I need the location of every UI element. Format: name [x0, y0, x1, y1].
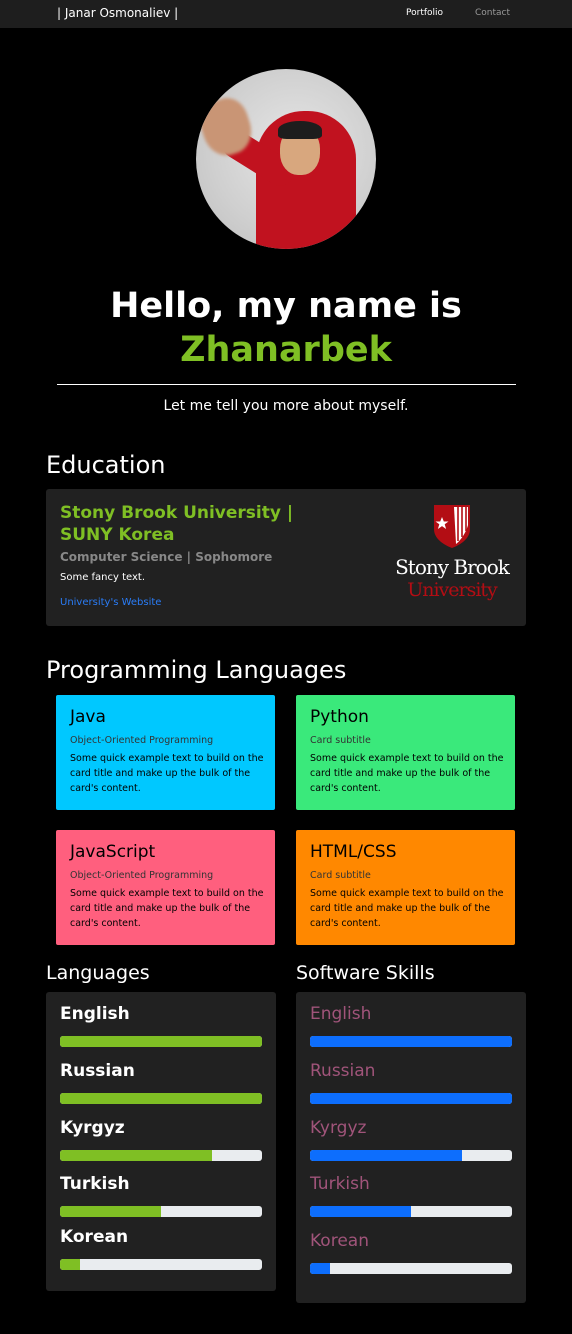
stony-brook-logo: Stony Brook University: [390, 503, 514, 603]
skill-name: English: [310, 1004, 372, 1024]
progress-bar: [310, 1093, 512, 1104]
navbar: | Janar Osmonaliev | Portfolio Contact: [0, 0, 572, 28]
progress-fill: [310, 1036, 512, 1047]
progress-bar: [310, 1263, 512, 1274]
education-card: Stony Brook University | SUNY Korea Comp…: [46, 489, 526, 626]
skill-name: Russian: [310, 1061, 376, 1081]
skill-row: Korean: [60, 1227, 262, 1273]
hero-tagline: Let me tell you more about myself.: [163, 398, 409, 414]
skill-row: Kyrgyz: [310, 1118, 512, 1164]
shield-icon: [434, 505, 470, 548]
progress-bar: [310, 1036, 512, 1047]
skill-name: Korean: [60, 1227, 129, 1247]
progress-bar: [310, 1206, 512, 1217]
prog-card-html-css: HTML/CSS Card subtitle Some quick exampl…: [296, 830, 515, 945]
progress-fill: [60, 1093, 262, 1104]
skill-row: Russian: [60, 1061, 262, 1107]
software-heading: Software Skills: [296, 962, 435, 984]
card-text: Some quick example text to build on the …: [310, 753, 504, 794]
skill-row: Korean: [310, 1231, 512, 1277]
progress-bar: [60, 1206, 262, 1217]
progress-bar: [310, 1150, 512, 1161]
languages-heading: Languages: [46, 962, 150, 984]
hair-shape: [278, 121, 322, 139]
profile-photo: [196, 69, 376, 249]
progress-fill: [310, 1263, 331, 1274]
languages-card: English Russian Kyrgyz Turkish Korean: [46, 992, 276, 1291]
skill-name: Turkish: [60, 1174, 130, 1194]
logo-text-line1: Stony Brook: [395, 555, 510, 579]
software-card: English Russian Kyrgyz Turkish Korean: [296, 992, 526, 1303]
skill-name: Turkish: [310, 1174, 370, 1194]
prog-card-java: Java Object-Oriented Programming Some qu…: [56, 695, 275, 810]
progress-fill: [60, 1259, 81, 1270]
hero-divider: [57, 384, 516, 385]
card-subtitle: Object-Oriented Programming: [70, 735, 214, 746]
prog-card-javascript: JavaScript Object-Oriented Programming S…: [56, 830, 275, 945]
progress-fill: [60, 1036, 262, 1047]
nav-link-contact[interactable]: Contact: [475, 8, 510, 18]
progress-fill: [310, 1093, 512, 1104]
progress-bar: [60, 1259, 262, 1270]
major-label: Computer Science | Sophomore: [60, 550, 273, 564]
progress-fill: [60, 1206, 161, 1217]
card-title: HTML/CSS: [310, 842, 397, 862]
school-name: Stony Brook University | SUNY Korea: [60, 503, 294, 545]
education-heading: Education: [46, 451, 166, 479]
card-text: Some quick example text to build on the …: [310, 888, 504, 929]
progress-fill: [310, 1150, 462, 1161]
progress-fill: [60, 1150, 212, 1161]
skill-name: English: [60, 1004, 130, 1024]
skill-name: Russian: [60, 1061, 135, 1081]
education-text: Some fancy text.: [60, 572, 146, 583]
skill-row: Turkish: [310, 1174, 512, 1220]
progress-bar: [60, 1150, 262, 1161]
skill-row: Kyrgyz: [60, 1118, 262, 1164]
progress-fill: [310, 1206, 411, 1217]
card-text: Some quick example text to build on the …: [70, 888, 264, 929]
prog-card-python: Python Card subtitle Some quick example …: [296, 695, 515, 810]
progress-bar: [60, 1036, 262, 1047]
nav-link-portfolio[interactable]: Portfolio: [406, 8, 443, 18]
hero-name: Zhanarbek: [180, 330, 392, 370]
skill-row: English: [60, 1004, 262, 1050]
skill-name: Kyrgyz: [60, 1118, 125, 1138]
card-subtitle: Card subtitle: [310, 735, 371, 746]
skill-row: Russian: [310, 1061, 512, 1107]
hero-greeting: Hello, my name is: [110, 286, 462, 326]
skill-row: Turkish: [60, 1174, 262, 1220]
skill-row: English: [310, 1004, 512, 1050]
progress-bar: [60, 1093, 262, 1104]
logo-text-line2: University: [407, 579, 498, 601]
university-website-link[interactable]: University's Website: [60, 597, 161, 608]
brand-link[interactable]: | Janar Osmonaliev |: [57, 6, 178, 20]
skill-name: Kyrgyz: [310, 1118, 367, 1138]
card-title: Java: [70, 707, 106, 727]
card-subtitle: Card subtitle: [310, 870, 371, 881]
card-text: Some quick example text to build on the …: [70, 753, 264, 794]
card-title: Python: [310, 707, 369, 727]
programming-heading: Programming Languages: [46, 656, 347, 684]
card-title: JavaScript: [70, 842, 156, 862]
card-subtitle: Object-Oriented Programming: [70, 870, 214, 881]
skill-name: Korean: [310, 1231, 369, 1251]
